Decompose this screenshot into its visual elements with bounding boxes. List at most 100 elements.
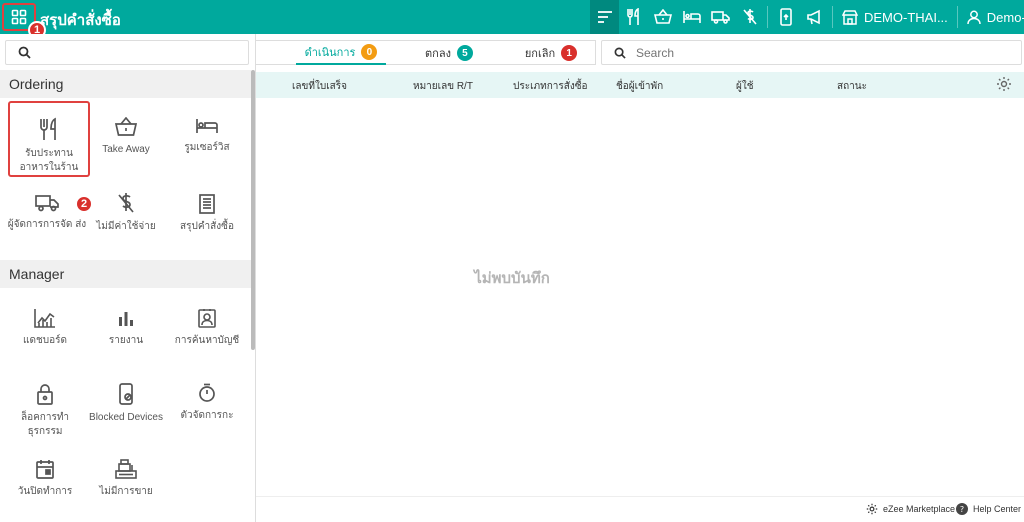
tile-report[interactable]: รายงาน — [85, 310, 167, 348]
mobile-order-button[interactable] — [771, 0, 800, 34]
column-header: หมายเลข R/T — [413, 81, 473, 92]
tile-no-sale[interactable]: ไม่มีการขาย — [85, 459, 167, 499]
account-search-icon — [198, 309, 216, 328]
tile-transaction-lock[interactable]: ล็อคการทำ ธุรกรรม — [4, 383, 86, 439]
page-title: สรุปคำสั่งซื้อ — [40, 12, 121, 29]
room-service-nav-button[interactable] — [677, 0, 706, 34]
tab-confirmed[interactable]: ตกลง 5 — [414, 41, 484, 65]
take-away-nav-button[interactable] — [648, 0, 677, 34]
tile-label: รูมเซอร์วิส — [184, 142, 230, 153]
tab-cancelled[interactable]: ยกเลิก 1 — [511, 41, 591, 65]
column-header: ผู้ใช้ — [736, 81, 754, 92]
tile-no-charge[interactable]: ไม่มีค่าใช้จ่าย — [85, 192, 167, 234]
order-list-button[interactable] — [590, 0, 619, 34]
tile-label: รับประทาน อาหารในร้าน — [19, 148, 79, 173]
divider — [767, 6, 768, 28]
divider — [956, 6, 958, 28]
megaphone-icon — [806, 9, 820, 25]
store-icon — [842, 9, 858, 25]
tile-dashboard[interactable]: แดชบอร์ด — [4, 308, 86, 348]
empty-state-message: ไม่พบบันทึก — [474, 270, 550, 287]
mobile-icon — [779, 8, 792, 26]
tile-label: ไม่มีค่าใช้จ่าย — [96, 221, 156, 232]
drawer-scrollbar[interactable] — [251, 70, 255, 350]
fork-knife-icon — [626, 8, 639, 25]
tile-label: Blocked Devices — [89, 412, 163, 423]
tile-label: แดชบอร์ด — [23, 335, 67, 346]
table-header: เลขที่ใบเสร็จ หมายเลข R/T ประเภทการสั่งซ… — [256, 72, 1024, 98]
receipt-icon — [199, 194, 215, 214]
basket-icon — [115, 117, 137, 136]
column-header: ประเภทการสั่งซื้อ — [513, 81, 588, 92]
tab-label: ดำเนินการ — [304, 47, 356, 59]
status-tabs: ดำเนินการ 0 ตกลง 5 ยกเลิก 1 — [256, 40, 596, 65]
drawer-search-input[interactable] — [5, 40, 249, 65]
tile-blocked-devices[interactable]: Blocked Devices — [85, 383, 167, 425]
marketplace-label: eZee Marketplace — [883, 504, 956, 514]
tile-shift-manager[interactable]: ตัวจัดการกะ — [166, 383, 248, 423]
truck-icon — [35, 195, 59, 212]
help-label: Help Center — [973, 504, 1022, 514]
user-name: Demo- Thail... — [986, 9, 1024, 25]
tab-in-progress[interactable]: ดำเนินการ 0 — [296, 41, 386, 65]
order-search — [601, 40, 1022, 65]
tile-room-service[interactable]: รูมเซอร์วิส — [166, 117, 248, 155]
tile-account-search[interactable]: การค้นหาบัญชี — [166, 308, 248, 348]
no-charge-nav-button[interactable] — [735, 0, 764, 34]
basket-icon — [653, 9, 672, 24]
announcement-button[interactable] — [800, 0, 829, 34]
search-icon — [18, 46, 31, 59]
no-charge-icon — [118, 193, 134, 213]
section-header-ordering: Ordering — [0, 70, 251, 98]
user-icon — [967, 10, 981, 24]
calendar-icon — [36, 460, 54, 479]
tile-closing-day[interactable]: วันปิดทำการ — [4, 459, 86, 499]
search-input[interactable] — [636, 45, 996, 60]
dine-in-icon — [40, 117, 56, 140]
lock-icon — [37, 384, 53, 405]
dine-in-nav-button[interactable] — [619, 0, 648, 34]
svg-text:?: ? — [960, 505, 964, 514]
top-nav: DEMO-THAI... Demo- Thail... — [590, 0, 1024, 34]
user-menu[interactable]: Demo- Thail... — [961, 0, 1024, 34]
grid-icon — [11, 9, 27, 25]
gear-icon — [866, 503, 878, 515]
tile-label: การค้นหาบัญชี — [174, 335, 240, 346]
tile-order-summary[interactable]: สรุปคำสั่งซื้อ — [166, 194, 248, 234]
tile-delivery-manager[interactable]: ผู้จัดการการจัด ส่ง — [6, 194, 88, 232]
count-badge: 0 — [361, 44, 378, 60]
main-content: ดำเนินการ 0 ตกลง 5 ยกเลิก 1 เลขที่ใบเสร็… — [256, 34, 1024, 522]
tile-label: ล็อคการทำ ธุรกรรม — [20, 412, 70, 437]
timer-icon — [199, 383, 215, 402]
marketplace-link[interactable]: eZee Marketplace — [866, 503, 955, 515]
tile-take-away[interactable]: Take Away — [85, 117, 167, 157]
truck-icon — [711, 11, 730, 24]
footer: eZee Marketplace ? Help Center — [256, 496, 1024, 522]
section-header-manager: Manager — [0, 260, 251, 288]
tab-label: ตกลง — [425, 48, 451, 60]
count-badge: 1 — [561, 45, 578, 61]
property-name: DEMO-THAI... — [864, 9, 948, 25]
dashboard-icon — [34, 309, 55, 328]
sort-lines-icon — [597, 11, 612, 23]
tile-label: ผู้จัดการการจัด ส่ง — [7, 219, 87, 230]
divider — [832, 6, 833, 28]
help-center-link[interactable]: ? Help Center — [956, 503, 1021, 515]
delivery-nav-button[interactable] — [706, 0, 735, 34]
help-icon: ? — [956, 503, 968, 515]
property-selector[interactable]: DEMO-THAI... — [836, 0, 954, 34]
column-header: ชื่อผู้เข้าพัก — [616, 81, 664, 92]
blocked-device-icon — [119, 383, 133, 405]
report-icon — [119, 312, 133, 326]
column-settings-gear-icon[interactable] — [996, 76, 1012, 92]
top-bar: 1 สรุปคำสั่งซื้อ DEMO-THAI... Demo- — [0, 0, 1024, 39]
tile-label: สรุปคำสั่งซื้อ — [180, 221, 234, 232]
no-charge-icon — [742, 9, 757, 25]
search-icon — [614, 47, 626, 59]
tile-dine-in[interactable]: รับประทาน อาหารในร้าน — [8, 101, 90, 177]
tile-label: Take Away — [102, 144, 150, 155]
tab-label: ยกเลิก — [524, 48, 556, 60]
tile-label: ไม่มีการขาย — [99, 486, 153, 497]
tile-label: รายงาน — [108, 335, 144, 346]
column-header: สถานะ — [837, 81, 867, 92]
